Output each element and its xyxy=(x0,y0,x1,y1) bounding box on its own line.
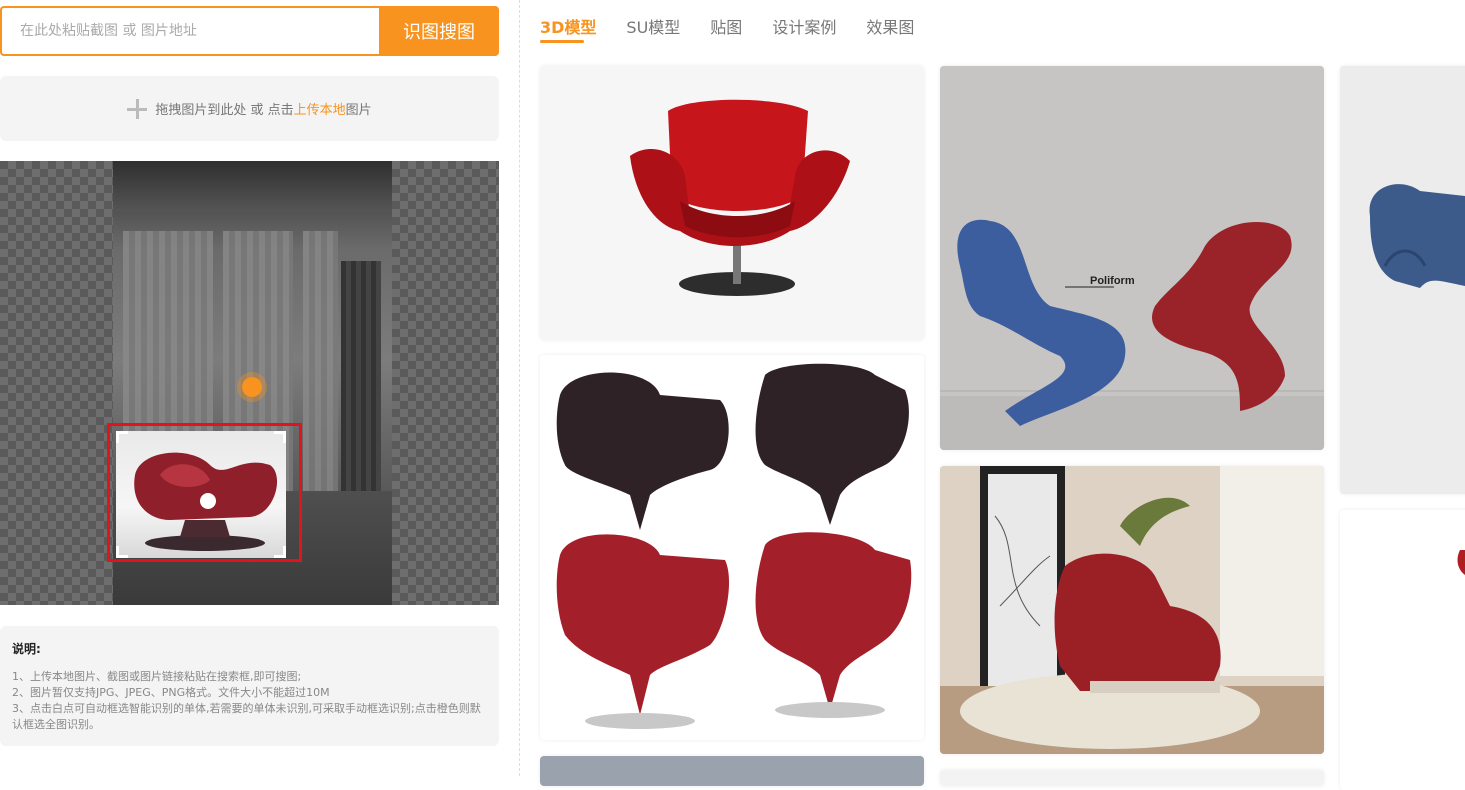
result-card[interactable] xyxy=(540,66,924,340)
result-card[interactable] xyxy=(940,770,1324,786)
instruction-line: 3、点击白点可自动框选智能识别的单体,若需要的单体未识别,可采取手动框选识别;点… xyxy=(12,702,481,731)
upload-dropzone[interactable]: 拖拽图片到此处 或 点击 上传本地 图片 xyxy=(0,76,499,141)
full-image-hotspot-dot[interactable] xyxy=(242,377,262,397)
result-image-four-armchairs xyxy=(540,355,924,740)
instruction-line: 2、图片暂仅支持JPG、JPEG、PNG格式。文件大小不能超过10M xyxy=(12,686,330,699)
tab-su-models[interactable]: SU模型 xyxy=(626,0,680,46)
tab-3d-models[interactable]: 3D模型 xyxy=(540,0,596,46)
tab-design-cases[interactable]: 设计案例 xyxy=(772,0,836,46)
tab-textures[interactable]: 贴图 xyxy=(710,0,742,46)
image-search-button[interactable]: 识图搜图 xyxy=(379,6,499,56)
tab-renderings[interactable]: 效果图 xyxy=(866,0,914,46)
upload-prefix: 拖拽图片到此处 或 点击 xyxy=(155,103,294,118)
instructions-title: 说明: xyxy=(12,642,41,656)
result-image-red-lounge-chair xyxy=(940,466,1324,754)
result-image-partial xyxy=(1340,510,1465,790)
result-card[interactable] xyxy=(1340,66,1465,494)
search-input[interactable] xyxy=(0,6,379,56)
result-card[interactable] xyxy=(540,355,924,740)
result-card[interactable]: Poliform xyxy=(940,66,1324,450)
result-card[interactable] xyxy=(540,756,924,786)
instruction-line: 1、上传本地图片、截图或图片链接粘贴在搜索框,即可搜图; xyxy=(12,670,302,683)
poliform-label: Poliform xyxy=(1090,275,1135,287)
plus-icon xyxy=(127,98,148,119)
image-preview[interactable] xyxy=(0,161,499,605)
search-bar: 识图搜图 xyxy=(0,6,499,56)
result-card[interactable] xyxy=(1340,510,1465,790)
result-image-red-swivel-chair xyxy=(540,66,924,340)
panel-divider xyxy=(519,0,520,776)
upload-suffix: 图片 xyxy=(345,103,372,118)
result-image-panton-chairs: Poliform xyxy=(940,66,1324,450)
object-hotspot-dot[interactable] xyxy=(200,493,216,509)
upload-local-link[interactable]: 上传本地 xyxy=(294,99,346,118)
instructions-panel: 说明: 1、上传本地图片、截图或图片链接粘贴在搜索框,即可搜图; 2、图片暂仅支… xyxy=(0,626,499,746)
result-image-blue-chair xyxy=(1340,66,1465,494)
result-card[interactable] xyxy=(940,466,1324,754)
crop-region[interactable] xyxy=(116,431,286,558)
category-tabs: 3D模型 SU模型 贴图 设计案例 效果图 xyxy=(540,0,944,50)
left-panel: 识图搜图 拖拽图片到此处 或 点击 上传本地 图片 xyxy=(0,0,520,776)
